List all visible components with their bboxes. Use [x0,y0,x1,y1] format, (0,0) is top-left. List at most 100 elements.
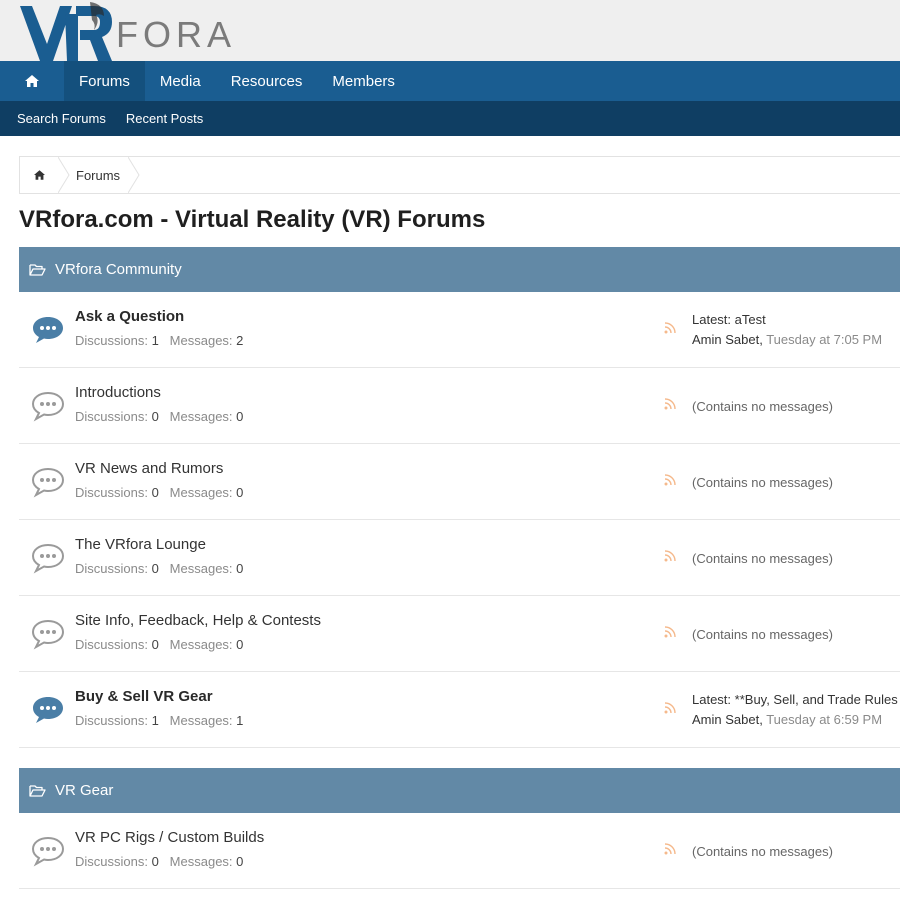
site-header: FORA [0,0,900,61]
messages-count: 1 [236,713,244,728]
category-header[interactable]: VR Gear [19,768,900,813]
main-nav: Forums Media Resources Members [0,61,900,101]
forum-read-bubble-icon [31,467,65,498]
forum-title[interactable]: VR News and Rumors [75,460,223,477]
rss-icon[interactable] [664,322,676,334]
nav-members[interactable]: Members [317,61,410,101]
breadcrumb-forums[interactable]: Forums [70,168,128,183]
no-messages-text: (Contains no messages) [692,551,833,566]
messages-label: Messages: [169,485,233,500]
discussions-label: Discussions: [75,409,148,424]
forum-stats: Discussions: 1 Messages: 1 [75,713,243,728]
rss-icon[interactable] [664,474,676,486]
discussions-count: 0 [151,854,159,869]
messages-count: 2 [236,333,244,348]
messages-label: Messages: [169,637,233,652]
page-title: VRfora.com - Virtual Reality (VR) Forums [19,206,486,233]
rss-icon[interactable] [664,702,676,714]
latest-label: Latest: [692,312,732,327]
folder-open-icon [19,784,55,797]
messages-label: Messages: [169,333,233,348]
latest-post-title[interactable]: aTest [735,312,766,327]
forum-title[interactable]: Ask a Question [75,308,184,325]
nav-media[interactable]: Media [145,61,216,101]
nav-resources[interactable]: Resources [216,61,318,101]
messages-label: Messages: [169,409,233,424]
forum-title[interactable]: Buy & Sell VR Gear [75,688,213,705]
forum-row: Ask a Question Discussions: 1 Messages: … [19,292,900,368]
forum-title[interactable]: VR PC Rigs / Custom Builds [75,829,264,846]
latest-user[interactable]: Amin Sabet [692,712,759,727]
discussions-label: Discussions: [75,485,148,500]
discussions-count: 1 [151,333,159,348]
nav-forums[interactable]: Forums [64,61,145,101]
latest-post-title[interactable]: **Buy, Sell, and Trade Rules -... [735,692,900,707]
home-icon [25,75,39,87]
forum-title[interactable]: Site Info, Feedback, Help & Contests [75,612,321,629]
forum-title[interactable]: The VRfora Lounge [75,536,206,553]
forum-row: Site Info, Feedback, Help & Contests Dis… [19,596,900,672]
discussions-label: Discussions: [75,713,148,728]
rss-icon[interactable] [664,398,676,410]
messages-count: 0 [236,409,244,424]
discussions-count: 0 [151,637,159,652]
forum-read-bubble-icon [31,391,65,422]
forum-row: The VRfora Lounge Discussions: 0 Message… [19,520,900,596]
latest-meta: Amin Sabet, Tuesday at 6:59 PM [692,712,883,727]
vrfora-logo[interactable]: FORA [20,0,235,61]
no-messages-text: (Contains no messages) [692,475,833,490]
category-header[interactable]: VRfora Community [19,247,900,292]
home-icon [33,170,45,180]
rss-icon[interactable] [664,843,676,855]
forum-read-bubble-icon [31,543,65,574]
discussions-label: Discussions: [75,333,148,348]
discussions-count: 0 [151,409,159,424]
discussions-count: 0 [151,485,159,500]
subnav-recent-posts[interactable]: Recent Posts [126,111,203,126]
messages-count: 0 [236,485,244,500]
latest-user[interactable]: Amin Sabet [692,332,759,347]
messages-count: 0 [236,561,244,576]
discussions-label: Discussions: [75,637,148,652]
latest-post[interactable]: Latest: **Buy, Sell, and Trade Rules -..… [692,692,900,707]
no-messages-text: (Contains no messages) [692,399,833,414]
forum-row: Introductions Discussions: 0 Messages: 0… [19,368,900,444]
forum-stats: Discussions: 0 Messages: 0 [75,409,243,424]
breadcrumb: Forums [19,156,900,194]
breadcrumb-home[interactable] [20,157,58,193]
forum-stats: Discussions: 0 Messages: 0 [75,485,243,500]
discussions-count: 0 [151,561,159,576]
breadcrumb-separator [128,157,140,193]
messages-label: Messages: [169,854,233,869]
latest-post[interactable]: Latest: aTest [692,312,766,327]
discussions-label: Discussions: [75,561,148,576]
forum-read-bubble-icon [31,619,65,650]
latest-meta: Amin Sabet, Tuesday at 7:05 PM [692,332,883,347]
latest-time: Tuesday at 7:05 PM [766,332,883,347]
forum-stats: Discussions: 0 Messages: 0 [75,637,243,652]
svg-text:FORA: FORA [116,14,235,55]
discussions-label: Discussions: [75,854,148,869]
forum-stats: Discussions: 1 Messages: 2 [75,333,243,348]
forum-unread-bubble-icon [33,697,63,723]
forum-read-bubble-icon [31,836,65,867]
forum-title[interactable]: Introductions [75,384,161,401]
breadcrumb-separator [58,157,70,193]
messages-count: 0 [236,854,244,869]
category-title[interactable]: VRfora Community [55,261,182,278]
subnav-search-forums[interactable]: Search Forums [17,111,106,126]
nav-home[interactable] [0,61,64,101]
messages-label: Messages: [169,713,233,728]
no-messages-text: (Contains no messages) [692,627,833,642]
no-messages-text: (Contains no messages) [692,844,833,859]
category-title[interactable]: VR Gear [55,782,113,799]
folder-open-icon [19,263,55,276]
forum-stats: Discussions: 0 Messages: 0 [75,561,243,576]
rss-icon[interactable] [664,550,676,562]
latest-label: Latest: [692,692,732,707]
messages-count: 0 [236,637,244,652]
forum-stats: Discussions: 0 Messages: 0 [75,854,243,869]
rss-icon[interactable] [664,626,676,638]
forum-row: Buy & Sell VR Gear Discussions: 1 Messag… [19,672,900,748]
forum-unread-bubble-icon [33,317,63,343]
